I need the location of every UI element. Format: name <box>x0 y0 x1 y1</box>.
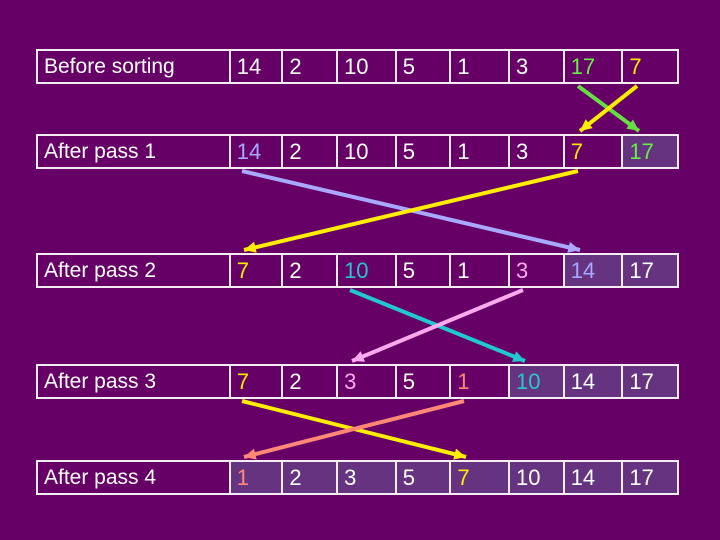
value-cell: 5 <box>394 136 450 167</box>
value-cell: 1 <box>228 462 282 493</box>
value-cell: 7 <box>621 51 677 82</box>
row-label: After pass 1 <box>44 140 157 163</box>
value-cell: 17 <box>562 51 622 82</box>
value-cell: 1 <box>449 366 508 397</box>
row-before-sorting: Before sorting 14 2 10 5 1 3 17 7 <box>36 49 679 84</box>
row-label: Before sorting <box>44 55 175 78</box>
value-cell: 14 <box>228 51 282 82</box>
value-cell: 2 <box>281 366 336 397</box>
value-cell: 1 <box>449 136 508 167</box>
value-cell: 2 <box>281 255 336 286</box>
value-cell: 17 <box>621 366 677 397</box>
row-after-pass-4: After pass 4 1 2 3 5 7 10 14 17 <box>36 460 679 495</box>
value-cell: 5 <box>394 51 450 82</box>
row-label: After pass 4 <box>44 466 157 489</box>
value-cell: 3 <box>336 462 395 493</box>
value-cell: 7 <box>449 462 509 493</box>
value-cell: 5 <box>394 462 450 493</box>
value-cell: 3 <box>508 51 563 82</box>
row-label: After pass 3 <box>44 370 157 393</box>
value-cell: 5 <box>394 255 450 286</box>
value-cell: 7 <box>228 255 282 286</box>
value-cell: 1 <box>449 51 508 82</box>
value-cell: 2 <box>281 462 337 493</box>
value-cell: 17 <box>621 255 677 286</box>
row-after-pass-2: After pass 2 7 2 10 5 1 3 14 17 <box>36 253 679 288</box>
row-after-pass-1: After pass 1 14 2 10 5 1 3 7 17 <box>36 134 679 169</box>
value-cell: 10 <box>508 462 563 493</box>
value-cell: 3 <box>336 366 395 397</box>
value-cell: 14 <box>562 366 622 397</box>
value-cell: 7 <box>228 366 282 397</box>
value-cell: 10 <box>336 255 395 286</box>
row-label: After pass 2 <box>44 259 157 282</box>
value-cell: 17 <box>621 462 677 493</box>
value-cell: 10 <box>336 51 395 82</box>
value-cell: 1 <box>449 255 508 286</box>
value-cell: 10 <box>508 366 563 397</box>
value-cell: 10 <box>336 136 395 167</box>
value-cell: 14 <box>562 255 622 286</box>
value-cell: 3 <box>508 136 563 167</box>
value-cell: 3 <box>508 255 563 286</box>
value-cell: 7 <box>562 136 622 167</box>
value-cell: 14 <box>562 462 622 493</box>
value-cell: 2 <box>281 51 336 82</box>
value-cell: 5 <box>394 366 450 397</box>
value-cell: 17 <box>621 136 677 167</box>
row-after-pass-3: After pass 3 7 2 3 5 1 10 14 17 <box>36 364 679 399</box>
value-cell: 2 <box>281 136 336 167</box>
value-cell: 14 <box>228 136 282 167</box>
